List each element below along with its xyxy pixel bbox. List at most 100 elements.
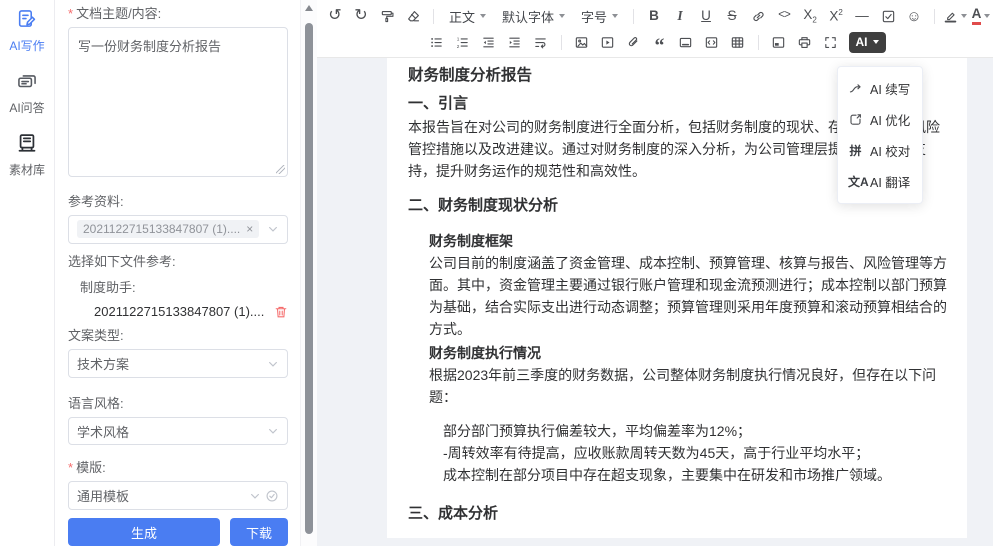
font-size-select[interactable]: 字号 xyxy=(574,4,625,28)
undo-button[interactable]: ↺ xyxy=(323,4,347,28)
toolbar-divider xyxy=(561,35,562,50)
toolbar-divider xyxy=(633,9,634,24)
doc-block-p1[interactable]: 公司目前的制度涵盖了资金管理、成本控制、预算管理、核算与报告、风险管理等方面。其… xyxy=(408,252,951,340)
quote-button[interactable]: “ xyxy=(648,30,672,54)
doc-block-p2[interactable]: -周转效率有待提高，应收账款周转天数为45天，高于行业平均水平； xyxy=(408,442,951,464)
type-select[interactable]: 技术方案 xyxy=(68,349,288,378)
ordered-list-button[interactable]: 12 xyxy=(451,30,475,54)
ai-proofread-item[interactable]: 拼AI 校对 xyxy=(838,135,922,166)
table-button[interactable] xyxy=(726,30,750,54)
underline-button[interactable]: U xyxy=(694,4,718,28)
strikethrough-icon: S xyxy=(728,9,737,23)
indent-icon xyxy=(507,35,522,50)
type-label: 文案类型: xyxy=(68,327,288,345)
scrollbar-thumb[interactable] xyxy=(305,23,313,534)
link-button[interactable] xyxy=(746,4,770,28)
attachment-button[interactable] xyxy=(622,30,646,54)
form-panel: *文档主题/内容: 写一份财务制度分析报告 参考资料: 202112271513… xyxy=(55,0,300,546)
format-painter-button[interactable] xyxy=(375,4,399,28)
editor: ↺↻正文默认字体字号BIUS<>X2X2—☺A 12“AI 财务制度分析报告一、… xyxy=(317,0,993,546)
font-color-icon: A xyxy=(972,7,982,24)
toolbar-divider xyxy=(758,35,759,50)
chevron-down-icon xyxy=(267,425,279,437)
translate-icon: 文A xyxy=(848,173,863,190)
image-button[interactable] xyxy=(570,30,594,54)
caret-down-icon xyxy=(961,14,967,18)
inline-code-button[interactable]: <> xyxy=(772,4,796,28)
divider-block-icon xyxy=(678,35,693,50)
form-scrollbar[interactable] xyxy=(300,0,317,546)
panel-button[interactable] xyxy=(767,30,791,54)
toolbar-divider xyxy=(433,9,434,24)
ai-menu-item-label: AI 翻译 xyxy=(870,172,910,191)
ai-qa-icon xyxy=(16,70,38,97)
template-label: *模版: xyxy=(68,459,288,477)
continue-icon xyxy=(848,81,863,96)
font-size-select-label: 字号 xyxy=(581,7,607,26)
subscript-button[interactable]: X2 xyxy=(798,4,822,28)
files-group-label: 制度助手: xyxy=(68,277,288,299)
panel-icon xyxy=(771,35,786,50)
format-painter-icon xyxy=(380,9,395,24)
doc-block-h3[interactable]: 财务制度框架 xyxy=(408,230,951,252)
print-button[interactable] xyxy=(793,30,817,54)
ai-optimize-item[interactable]: AI 优化 xyxy=(838,104,922,135)
strikethrough-button[interactable]: S xyxy=(720,4,744,28)
emoji-button[interactable]: ☺ xyxy=(902,4,926,28)
code-block-icon xyxy=(704,35,719,50)
topic-input[interactable]: 写一份财务制度分析报告 xyxy=(68,27,288,177)
redo-button[interactable]: ↻ xyxy=(349,4,373,28)
bullet-list-button[interactable] xyxy=(425,30,449,54)
textarea-resize-handle[interactable] xyxy=(276,165,285,174)
video-button[interactable] xyxy=(596,30,620,54)
library-icon xyxy=(16,132,38,159)
ai-translate-item[interactable]: 文A AI 翻译 xyxy=(838,166,922,197)
font-color-button[interactable]: A xyxy=(969,4,993,28)
wrap-icon xyxy=(533,35,548,50)
download-button[interactable]: 下载 xyxy=(230,518,288,546)
doc-block-h2[interactable]: 三、成本分析 xyxy=(408,502,951,526)
doc-block-p2[interactable]: 部分部门预算执行偏差较大，平均偏差率为12%； xyxy=(408,420,951,442)
checkbox-icon xyxy=(881,9,896,24)
caret-down-icon xyxy=(873,40,879,44)
clear-format-button[interactable] xyxy=(401,4,425,28)
reference-select[interactable]: 2021122715133847807 (1).... × xyxy=(68,215,288,244)
nav-ai-qa[interactable]: AI问答 xyxy=(9,70,44,116)
editor-toolbar: ↺↻正文默认字体字号BIUS<>X2X2—☺A 12“AI xyxy=(317,0,993,58)
style-select[interactable]: 学术风格 xyxy=(68,417,288,446)
ai-menu-item-label: AI 校对 xyxy=(870,141,910,160)
doc-block-h3[interactable]: 财务制度执行情况 xyxy=(408,342,951,364)
code-block-button[interactable] xyxy=(700,30,724,54)
nav-ai-writing[interactable]: AI写作 xyxy=(9,8,44,54)
ai-menu-button[interactable]: AI xyxy=(849,32,886,53)
superscript-button[interactable]: X2 xyxy=(824,4,848,28)
font-family-select[interactable]: 默认字体 xyxy=(495,4,572,28)
bold-button[interactable]: B xyxy=(642,4,666,28)
hr-icon: — xyxy=(855,9,869,23)
highlight-color-button[interactable] xyxy=(943,4,967,28)
indent-button[interactable] xyxy=(503,30,527,54)
scroll-up-arrow-icon[interactable] xyxy=(305,5,313,11)
paragraph-style-select[interactable]: 正文 xyxy=(442,4,493,28)
line-break-button[interactable] xyxy=(529,30,553,54)
divider-block-button[interactable] xyxy=(674,30,698,54)
toolbar-row-1: ↺↻正文默认字体字号BIUS<>X2X2—☺A xyxy=(323,3,987,29)
italic-button[interactable]: I xyxy=(668,4,692,28)
caret-down-icon xyxy=(559,14,565,18)
task-list-button[interactable] xyxy=(876,4,900,28)
horizontal-rule-button[interactable]: — xyxy=(850,4,874,28)
generate-button[interactable]: 生成 xyxy=(68,518,220,546)
trash-icon[interactable] xyxy=(274,305,288,319)
outdent-button[interactable] xyxy=(477,30,501,54)
doc-block-p2[interactable]: 成本控制在部分项目中存在超支现象，主要集中在研发和市场推广领域。 xyxy=(408,464,951,486)
bold-icon: B xyxy=(649,9,659,23)
ai-continue-item[interactable]: AI 续写 xyxy=(838,73,922,104)
doc-block-p1[interactable]: 根据2023年前三季度的财务数据，公司整体财务制度执行情况良好，但存在以下问题： xyxy=(408,364,951,408)
tag-close-icon[interactable]: × xyxy=(246,222,253,236)
nav-material-library[interactable]: 素材库 xyxy=(9,132,45,178)
fullscreen-button[interactable] xyxy=(819,30,843,54)
template-select[interactable]: 通用模板 xyxy=(68,481,288,510)
redo-icon: ↻ xyxy=(354,8,367,24)
svg-text:1: 1 xyxy=(457,36,460,41)
ai-button-label: AI xyxy=(856,35,868,49)
